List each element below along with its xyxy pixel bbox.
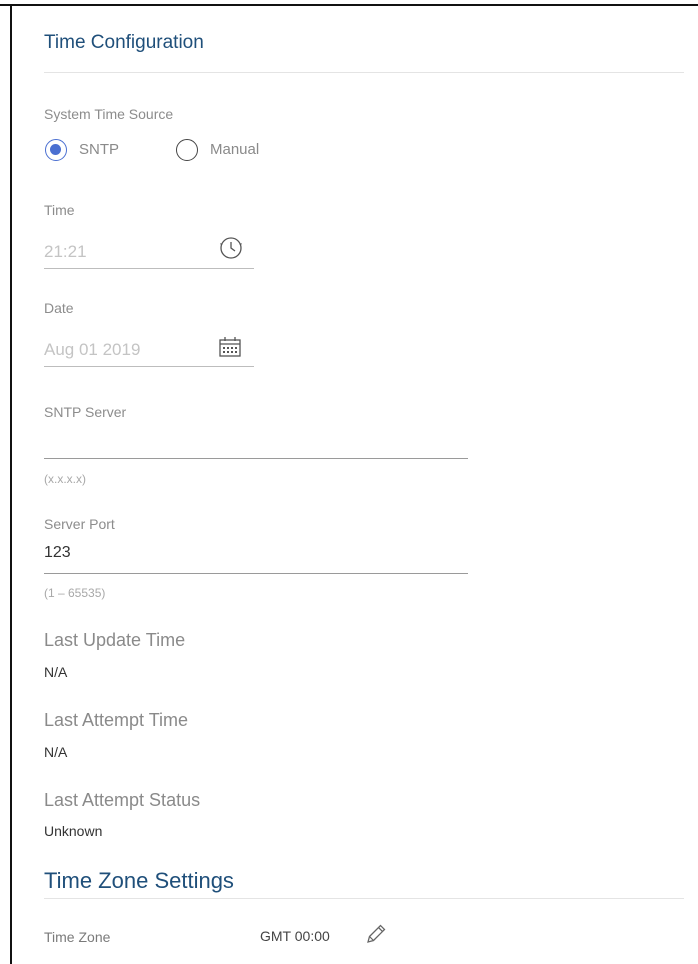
sntp-server-label: SNTP Server	[44, 404, 127, 420]
calendar-icon[interactable]	[218, 336, 242, 358]
server-port-hint: (1 – 65535)	[44, 586, 106, 600]
last-status-label: Last Attempt Status	[44, 790, 201, 810]
pencil-icon[interactable]	[364, 922, 388, 946]
last-update-label: Last Update Time	[44, 630, 186, 650]
server-port-input[interactable]: 123	[44, 544, 71, 562]
radio-sntp[interactable]	[45, 139, 67, 161]
server-port-label: Server Port	[44, 516, 115, 532]
radio-manual[interactable]	[176, 139, 198, 161]
time-underline	[44, 268, 254, 269]
clock-icon[interactable]	[219, 236, 243, 260]
radio-manual-label[interactable]: Manual	[210, 141, 259, 158]
radio-sntp-dot	[50, 144, 61, 155]
time-zone-divider	[44, 898, 684, 899]
sntp-server-hint: (x.x.x.x)	[44, 472, 86, 486]
title-divider	[44, 72, 684, 73]
sntp-server-underline	[44, 458, 468, 459]
last-status-value: Unknown	[44, 823, 103, 839]
time-configuration-panel: Time Configuration System Time Source SN…	[10, 6, 698, 964]
time-source-label: System Time Source	[44, 106, 174, 122]
date-label: Date	[44, 300, 74, 316]
last-attempt-value: N/A	[44, 744, 68, 760]
time-zone-label: Time Zone	[44, 929, 111, 945]
time-zone-value: GMT 00:00	[260, 928, 330, 944]
last-attempt-label: Last Attempt Time	[44, 710, 189, 730]
date-underline	[44, 366, 254, 367]
date-input[interactable]: Aug 01 2019	[44, 340, 140, 360]
page-title: Time Configuration	[44, 32, 204, 53]
last-update-value: N/A	[44, 664, 68, 680]
time-zone-section-title: Time Zone Settings	[44, 868, 234, 893]
server-port-underline	[44, 573, 468, 574]
time-input[interactable]: 21:21	[44, 242, 87, 262]
radio-sntp-label[interactable]: SNTP	[79, 141, 119, 158]
time-label: Time	[44, 202, 75, 218]
